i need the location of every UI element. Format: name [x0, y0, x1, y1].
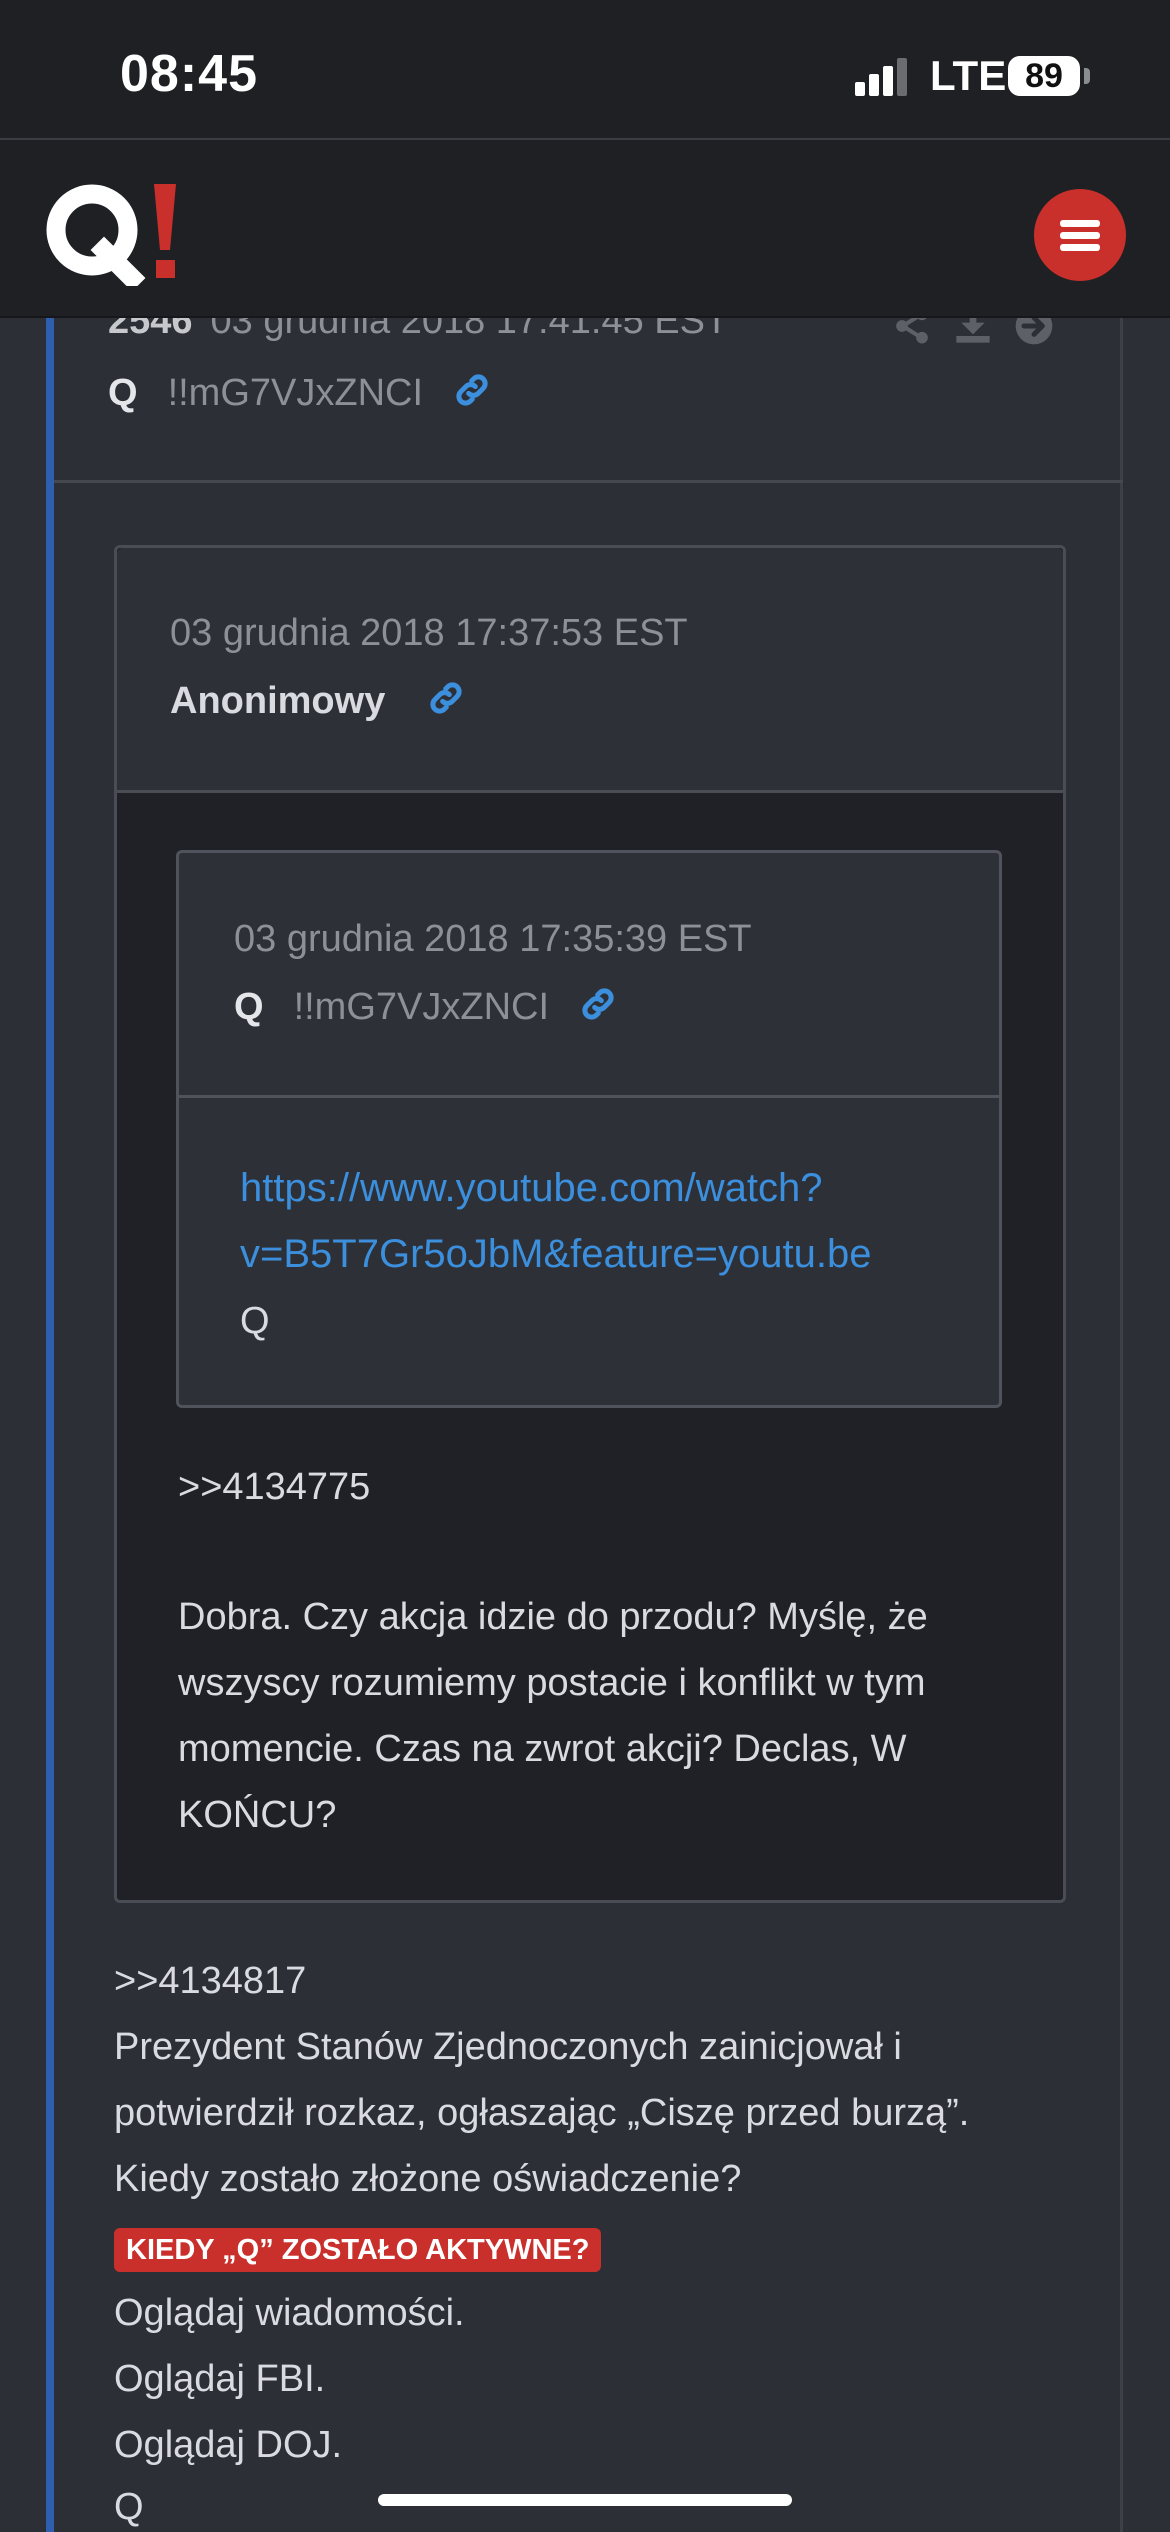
battery-icon: 89: [1008, 56, 1080, 96]
quoted-post-line: KOŃCU?: [178, 1794, 337, 1836]
post-closing-line: Oglądaj DOJ.: [114, 2424, 343, 2466]
post-header-divider: [54, 480, 1123, 483]
status-time: 08:45: [120, 45, 258, 103]
quoted-post-reply-ref[interactable]: >>4134775: [178, 1466, 370, 1509]
post-body-line: Prezydent Stanów Zjednoczonych zainicjow…: [114, 2026, 902, 2068]
quoted-post-line: wszyscy rozumiemy postacie i konflikt w …: [178, 1662, 926, 1704]
post-border: [1120, 316, 1123, 2532]
post-author-line: Q !!mG7VJxZNCI: [108, 370, 492, 420]
post-author: Q: [108, 372, 138, 415]
quoted-post-line: Dobra. Czy akcja idzie do przodu? Myślę,…: [178, 1596, 928, 1638]
highlight-badge: KIEDY „Q” ZOSTAŁO AKTYWNE?: [114, 2228, 602, 2272]
q-logo[interactable]: [42, 178, 192, 292]
nested-post-tripcode: !!mG7VJxZNCI: [293, 986, 550, 1029]
post-closing-line: Oglądaj wiadomości.: [114, 2292, 465, 2334]
youtube-link-line1[interactable]: https://www.youtube.com/watch?: [240, 1166, 823, 1211]
menu-button[interactable]: [1034, 189, 1126, 281]
youtube-link-line2[interactable]: v=B5T7Gr5oJbM&feature=youtu.be: [240, 1232, 871, 1277]
quoted-post-date: 03 grudnia 2018 17:37:53 EST: [170, 612, 688, 654]
nested-post-date: 03 grudnia 2018 17:35:39 EST: [234, 918, 752, 960]
network-type: LTE: [930, 52, 1007, 99]
battery-level: 89: [1025, 57, 1063, 95]
post-body-line: potwierdził rozkaz, ogłaszając „Ciszę pr…: [114, 2092, 970, 2134]
nested-post-signature: Q: [240, 1300, 270, 1342]
status-bar: 08:45 LTE 89: [0, 0, 1170, 140]
quoted-post-header: [117, 548, 1063, 793]
home-indicator[interactable]: [378, 2494, 792, 2506]
post-body-line: Kiedy zostało złożone oświadczenie?: [114, 2158, 742, 2200]
battery-nub: [1084, 68, 1090, 84]
link-icon[interactable]: [578, 984, 618, 1034]
post-accent-bar: [46, 316, 54, 2532]
post-closing-line: Oglądaj FBI.: [114, 2358, 326, 2400]
link-icon[interactable]: [452, 370, 492, 420]
nested-post-author: Q: [234, 986, 264, 1029]
nested-post-author-line: Q !!mG7VJxZNCI: [234, 984, 618, 1034]
post-reply-ref[interactable]: >>4134817: [114, 1960, 306, 2003]
nested-quoted-post-header: [179, 853, 999, 1098]
post-tripcode: !!mG7VJxZNCI: [167, 372, 424, 415]
quoted-post-author: Anonimowy: [170, 678, 466, 728]
signal-strength-icon: [855, 56, 915, 96]
link-icon[interactable]: [426, 678, 466, 728]
post-signature: Q: [114, 2486, 144, 2528]
quoted-post-line: momencie. Czas na zwrot akcji? Declas, W: [178, 1728, 907, 1770]
menu-icon: [1060, 220, 1100, 227]
